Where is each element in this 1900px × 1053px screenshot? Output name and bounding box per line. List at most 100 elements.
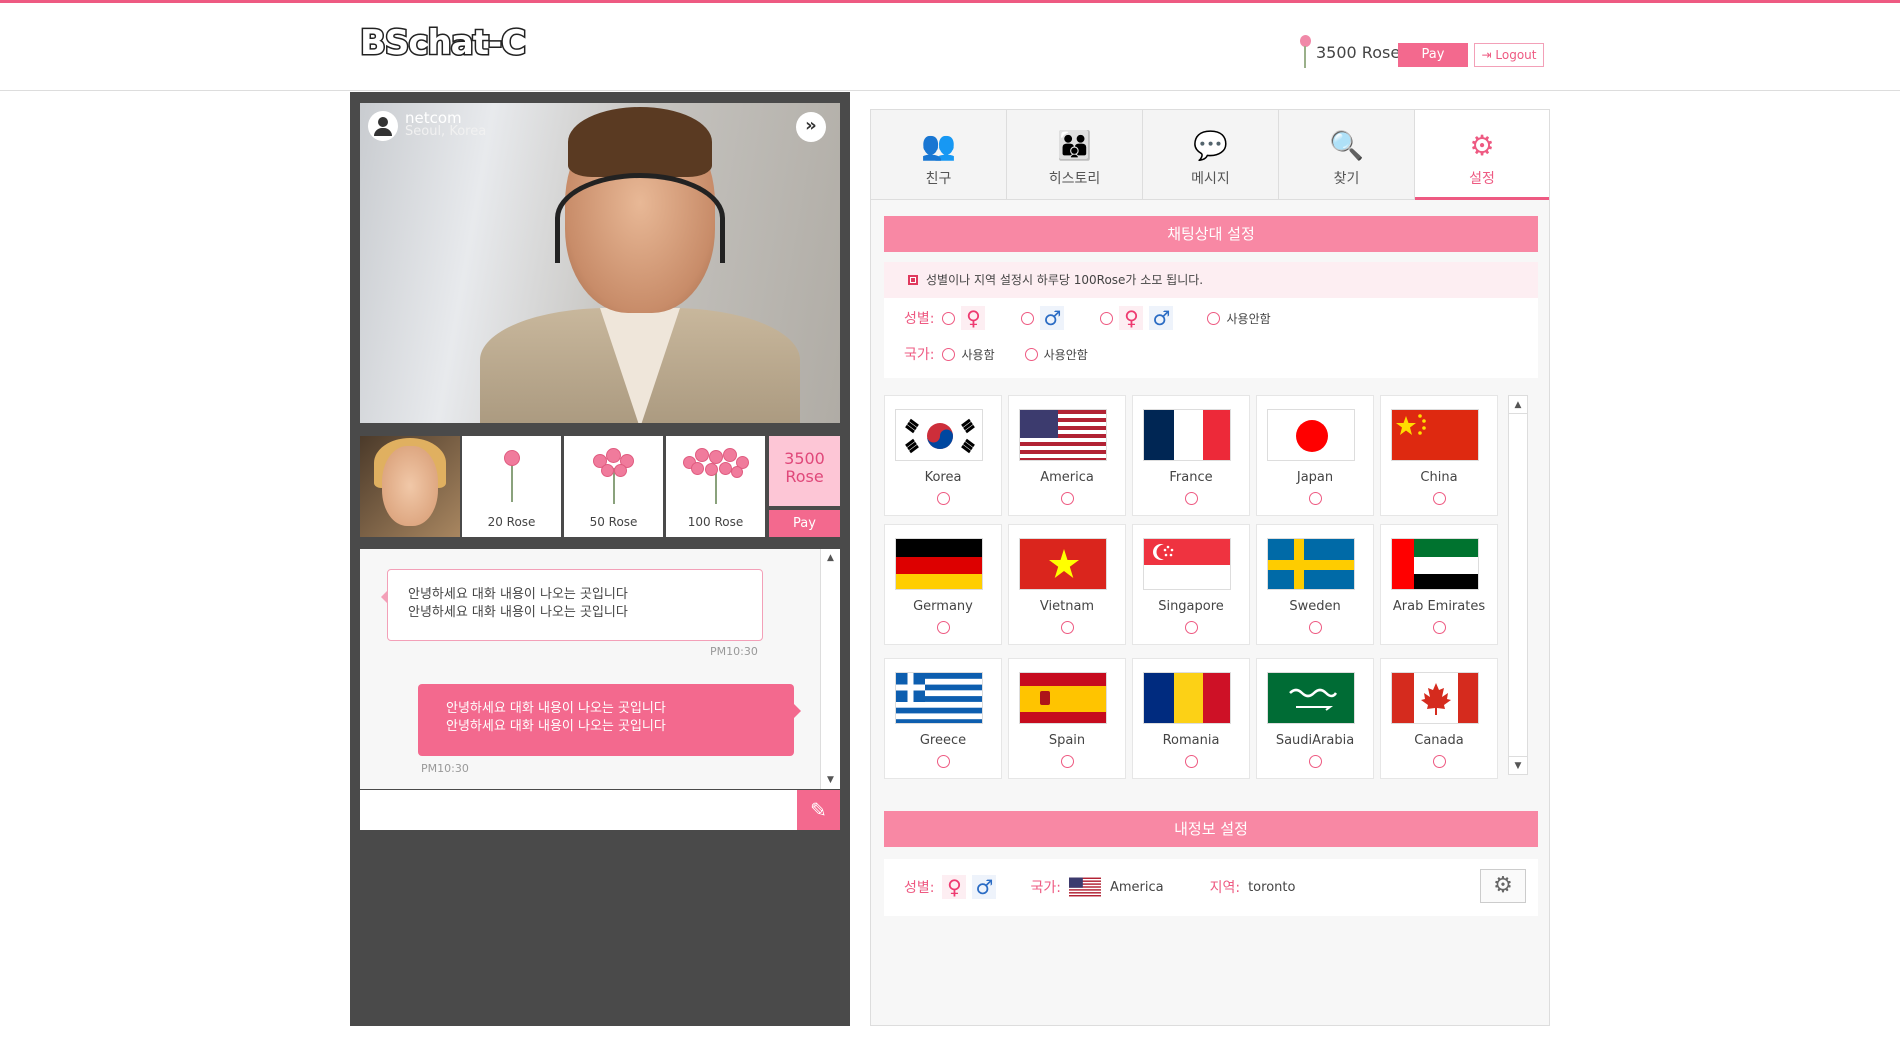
country-radio[interactable] xyxy=(1433,755,1446,768)
country-sweden[interactable]: Sweden xyxy=(1256,524,1374,645)
pencil-icon[interactable]: ✎ xyxy=(797,790,840,830)
gift-100-rose[interactable]: 100 Rose xyxy=(666,436,765,537)
france-flag-icon xyxy=(1143,409,1231,461)
country-radio[interactable] xyxy=(937,755,950,768)
gender-both-radio[interactable] xyxy=(1100,311,1114,325)
gear-icon[interactable]: ⚙ xyxy=(1480,869,1526,903)
country-greece[interactable]: Greece xyxy=(884,658,1002,779)
country-radio[interactable] xyxy=(1309,621,1322,634)
notice-text: 성별이나 지역 설정시 하루당 100Rose가 소모 됩니다. xyxy=(926,273,1204,287)
female-icon: ♀ xyxy=(961,306,986,330)
country-canada[interactable]: Canada xyxy=(1380,658,1498,779)
country-saudi-arabia[interactable]: SaudiArabia xyxy=(1256,658,1374,779)
tab-label: 히스토리 xyxy=(1048,171,1101,187)
gender-male-radio[interactable] xyxy=(1021,311,1035,325)
my-region-value: toronto xyxy=(1248,879,1296,895)
china-flag-icon xyxy=(1391,409,1479,461)
country-name: SaudiArabia xyxy=(1275,733,1355,748)
partner-filters: 성별: ♀ ♂ ♀ ♂ 사용안함 국가: 사용함 사용안함 xyxy=(884,298,1538,378)
country-radio[interactable] xyxy=(1185,492,1198,505)
country-radio[interactable] xyxy=(937,492,950,505)
my-region-label: 지역: xyxy=(1209,880,1241,896)
country-name: America xyxy=(1040,470,1094,485)
tab-messages[interactable]: 💬 메시지 xyxy=(1143,110,1279,199)
country-korea[interactable]: Korea xyxy=(884,395,1002,516)
message-line: 안녕하세요 대화 내용이 나오는 곳입니다 xyxy=(446,719,666,734)
rose-pay-button[interactable]: Pay xyxy=(769,510,840,537)
gift-20-rose[interactable]: 20 Rose xyxy=(462,436,561,537)
country-arab-emirates[interactable]: Arab Emirates xyxy=(1380,524,1498,645)
country-germany[interactable]: Germany xyxy=(884,524,1002,645)
male-icon: ♂ xyxy=(972,875,997,899)
gender-female-radio[interactable] xyxy=(942,311,956,325)
country-america[interactable]: America xyxy=(1008,395,1126,516)
double-chevron-right-icon[interactable]: » xyxy=(796,112,826,142)
gender-none-radio[interactable] xyxy=(1207,311,1221,325)
scroll-up-arrow-icon[interactable]: ▲ xyxy=(821,549,840,567)
my-country-value: America xyxy=(1109,879,1164,895)
logout-label: Logout xyxy=(1495,48,1537,62)
scroll-down-arrow-icon[interactable]: ▼ xyxy=(1509,756,1527,774)
country-radio[interactable] xyxy=(1185,621,1198,634)
sweden-flag-icon xyxy=(1267,538,1355,590)
country-use-radio[interactable] xyxy=(942,347,956,361)
tab-label: 메시지 xyxy=(1191,171,1230,187)
country-grid: Korea America France Japan China Germany xyxy=(884,395,1498,779)
country-name: Romania xyxy=(1162,733,1220,748)
country-radio[interactable] xyxy=(1061,621,1074,634)
scroll-down-arrow-icon[interactable]: ▼ xyxy=(821,771,840,789)
rose-balance-text: 3500 Rose xyxy=(1316,42,1401,62)
country-grid-scrollbar[interactable]: ▲ ▼ xyxy=(1508,395,1528,775)
country-china[interactable]: China xyxy=(1380,395,1498,516)
received-message-bubble: 안녕하세요 대화 내용이 나오는 곳입니다 안녕하세요 대화 내용이 나오는 곳… xyxy=(381,569,763,641)
pay-button[interactable]: Pay xyxy=(1398,43,1468,67)
partner-location: Seoul, Korea xyxy=(405,124,487,139)
message-line: 안녕하세요 대화 내용이 나오는 곳입니다 xyxy=(446,701,666,716)
country-radio[interactable] xyxy=(1309,755,1322,768)
gender-filter-row: 성별: ♀ ♂ ♀ ♂ 사용안함 xyxy=(904,306,1271,330)
female-icon: ♀ xyxy=(1119,306,1144,330)
logout-button[interactable]: ⇥ Logout xyxy=(1474,43,1544,67)
usa-flag-icon xyxy=(1068,877,1101,897)
greece-flag-icon xyxy=(895,672,983,724)
tab-friends[interactable]: 👥 친구 xyxy=(871,110,1007,199)
country-radio[interactable] xyxy=(1433,492,1446,505)
country-radio[interactable] xyxy=(1185,755,1198,768)
country-singapore[interactable]: Singapore xyxy=(1132,524,1250,645)
germany-flag-icon xyxy=(895,538,983,590)
country-radio[interactable] xyxy=(1433,621,1446,634)
message-line: 안녕하세요 대화 내용이 나오는 곳입니다 xyxy=(408,605,628,620)
country-japan[interactable]: Japan xyxy=(1256,395,1374,516)
country-vietnam[interactable]: Vietnam xyxy=(1008,524,1126,645)
tab-label: 설정 xyxy=(1469,171,1495,187)
country-name: China xyxy=(1420,470,1458,485)
rose-icon xyxy=(1298,35,1312,69)
rose-balance-box: 3500 Rose xyxy=(769,436,840,506)
male-icon: ♂ xyxy=(1149,306,1174,330)
country-france[interactable]: France xyxy=(1132,395,1250,516)
partner-info: netcom Seoul, Korea xyxy=(368,111,486,141)
my-info-values: 성별: ♀ ♂ 국가: America 지역: toronto xyxy=(904,875,1295,899)
app-logo[interactable]: BSchat-C xyxy=(358,22,527,65)
tab-label: 찾기 xyxy=(1333,171,1360,187)
rose-bouquet-icon xyxy=(492,448,532,508)
country-spain[interactable]: Spain xyxy=(1008,658,1126,779)
tab-search[interactable]: 🔍 찾기 xyxy=(1279,110,1415,199)
tab-history[interactable]: 👪 히스토리 xyxy=(1007,110,1143,199)
scroll-up-arrow-icon[interactable]: ▲ xyxy=(1509,396,1527,414)
logout-icon: ⇥ xyxy=(1481,48,1496,62)
country-radio[interactable] xyxy=(1061,492,1074,505)
country-radio[interactable] xyxy=(1061,755,1074,768)
chat-scrollbar[interactable]: ▲ ▼ xyxy=(820,549,840,789)
gender-none-label: 사용안함 xyxy=(1226,311,1271,326)
country-romania[interactable]: Romania xyxy=(1132,658,1250,779)
gift-50-rose[interactable]: 50 Rose xyxy=(564,436,663,537)
country-radio[interactable] xyxy=(1309,492,1322,505)
message-input[interactable] xyxy=(360,790,797,830)
country-none-label: 사용안함 xyxy=(1043,347,1088,362)
tab-settings[interactable]: ⚙ 설정 xyxy=(1415,110,1549,200)
gift-label: 20 Rose xyxy=(487,515,536,529)
country-radio[interactable] xyxy=(937,621,950,634)
country-none-radio[interactable] xyxy=(1024,347,1038,361)
chat-log[interactable]: 안녕하세요 대화 내용이 나오는 곳입니다 안녕하세요 대화 내용이 나오는 곳… xyxy=(360,549,840,789)
